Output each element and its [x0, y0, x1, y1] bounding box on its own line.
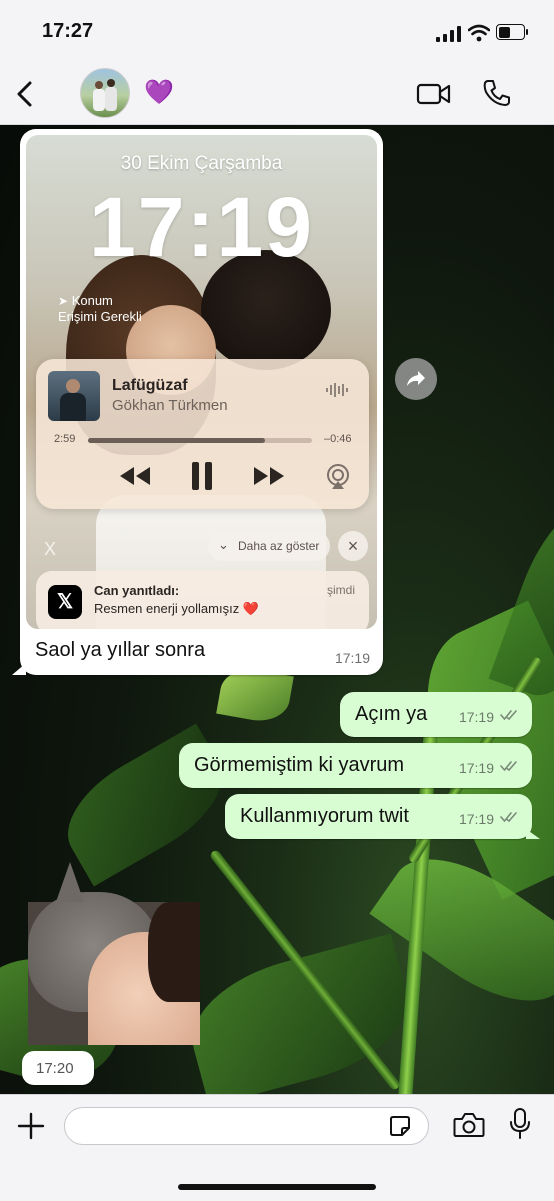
home-indicator [178, 1184, 376, 1190]
dismiss-button[interactable]: × [338, 531, 368, 561]
remaining-time: –0:46 [324, 433, 352, 445]
notification-time: şimdi [326, 583, 355, 597]
show-less-label: Daha az göster [238, 539, 320, 553]
status-time: 17:27 [42, 20, 94, 42]
message-composer [0, 1094, 554, 1201]
outgoing-message[interactable]: Açım ya 17:19 [340, 692, 532, 737]
pause-icon[interactable] [190, 461, 214, 491]
message-time: 17:19 [458, 760, 494, 776]
lockscreen-date: 30 Ekim Çarşamba [120, 153, 283, 174]
fast-forward-icon[interactable] [252, 465, 286, 487]
audio-waveform-icon [326, 383, 348, 397]
outgoing-bubble-tail [526, 829, 540, 839]
x-app-icon: 𝕏 [48, 585, 82, 619]
rewind-icon[interactable] [118, 465, 152, 487]
outgoing-message[interactable]: Kullanmıyorum twit 17:19 [225, 794, 532, 839]
contact-avatar[interactable] [80, 68, 130, 118]
song-artist: Gökhan Türkmen [112, 397, 228, 414]
lockscreen-screenshot[interactable]: 30 Ekim Çarşamba 17:19 ➤ Konum Erişimi G… [26, 135, 377, 629]
camera-icon[interactable] [453, 1112, 485, 1138]
message-input[interactable] [64, 1107, 429, 1145]
add-attachment-icon[interactable] [17, 1112, 45, 1140]
forward-button[interactable] [395, 358, 437, 400]
close-icon: × [347, 536, 359, 556]
wifi-icon [468, 24, 490, 42]
back-icon[interactable] [14, 80, 36, 108]
video-call-icon[interactable] [416, 82, 452, 106]
show-less-button[interactable]: ⌄ Daha az göster [208, 531, 330, 561]
sticker-image[interactable] [28, 862, 200, 1045]
location-notice-widget: ➤ Konum Erişimi Gerekli [58, 293, 142, 325]
playback-progress-fill [88, 438, 265, 443]
sticker-hair [148, 902, 200, 1002]
incoming-bubble-tail [12, 663, 26, 675]
cellular-signal-icon [436, 26, 461, 42]
side-close-icon: X [44, 539, 57, 559]
status-bar: 17:27 [0, 0, 554, 62]
voice-call-icon[interactable] [482, 78, 512, 108]
lockscreen-clock: 17:19 [89, 180, 314, 274]
album-art [48, 371, 100, 421]
message-text: Görmemiştim ki yavrum [194, 754, 405, 776]
chat-header: 💜 [0, 62, 554, 125]
location-notice-line1: Konum [71, 293, 113, 308]
sticker-cat-ear-left [56, 862, 84, 902]
elapsed-time: 2:59 [54, 433, 76, 445]
message-text: Açım ya [355, 703, 428, 725]
song-title: Lafügüzaf [112, 377, 188, 394]
read-receipt-icon [500, 710, 517, 721]
microphone-icon[interactable] [509, 1108, 531, 1140]
forward-icon [407, 371, 425, 386]
message-time: 17:19 [458, 709, 494, 725]
sticker-icon[interactable] [389, 1115, 411, 1137]
read-receipt-icon [500, 761, 517, 772]
battery-icon [496, 24, 528, 40]
location-notice-line2: Erişimi Gerekli [58, 309, 142, 324]
screenshot-caption: Saol ya yıllar sonra [35, 639, 206, 661]
read-receipt-icon [500, 812, 517, 823]
screenshot-message-time: 17:19 [334, 650, 370, 666]
outgoing-message[interactable]: Görmemiştim ki yavrum 17:19 [179, 743, 532, 788]
message-time: 17:19 [458, 811, 494, 827]
now-playing-widget[interactable]: Lafügüzaf Gökhan Türkmen 2:59 –0:46 [36, 359, 369, 509]
location-arrow-icon: ➤ [58, 294, 69, 308]
notification-card[interactable]: 𝕏 Can yanıtladı: Resmen enerji yollamışı… [36, 571, 369, 629]
contact-name-emoji[interactable]: 💜 [144, 78, 174, 107]
sticker-message-time: 17:20 [36, 1060, 74, 1077]
sticker-time-badge: 17:20 [22, 1051, 94, 1085]
notification-title: Can yanıtladı: [94, 583, 180, 598]
message-text: Kullanmıyorum twit [240, 805, 409, 827]
chevron-down-icon: ⌄ [218, 537, 229, 552]
incoming-screenshot-bubble[interactable]: 30 Ekim Çarşamba 17:19 ➤ Konum Erişimi G… [12, 129, 383, 675]
playback-progress-track[interactable] [88, 438, 312, 443]
airplay-icon[interactable] [324, 463, 352, 491]
notification-body: Resmen enerji yollamışız ❤️ [94, 601, 260, 616]
